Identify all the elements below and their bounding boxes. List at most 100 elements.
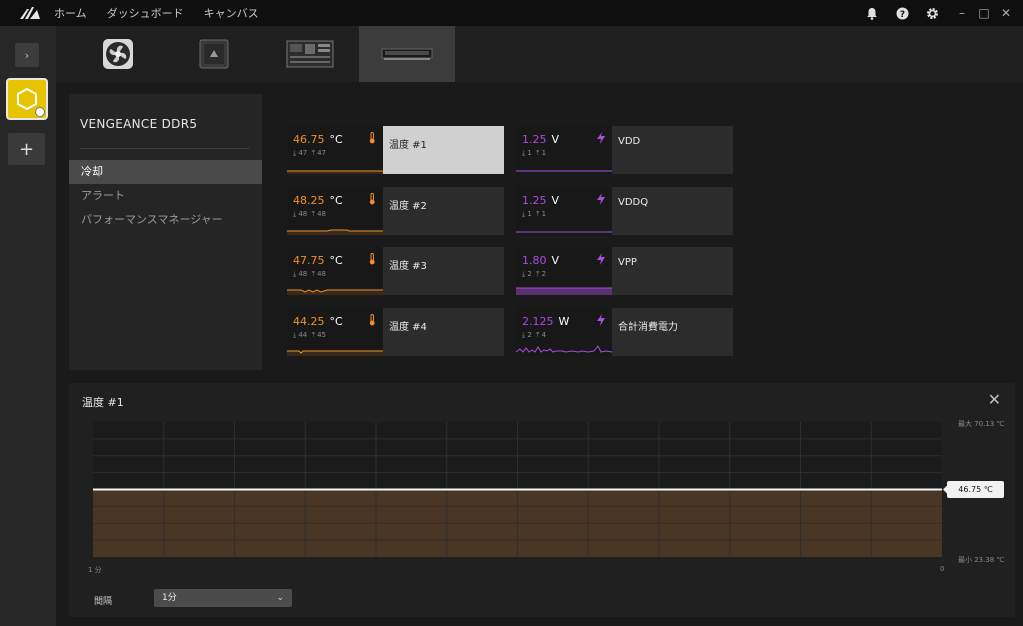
device-tab-strip [56, 26, 1023, 82]
expand-rail-button[interactable]: › [15, 43, 39, 67]
add-device-button[interactable]: + [8, 133, 45, 165]
thermometer-icon [369, 132, 375, 144]
power-sensor-card[interactable]: 1.25 V ⤓ 1 ⤒ 1 VDDQ [516, 187, 733, 235]
max-icon: ⤒ [536, 270, 540, 278]
nav-canvas[interactable]: キャンバス [204, 5, 259, 21]
sensor-reading: 46.75 [293, 133, 325, 146]
sensor-min: 2 [527, 331, 532, 339]
y-min-label: 最小 23.38 ℃ [958, 556, 1005, 564]
card-value-block: 48.25 °C ⤓ 48 ⤒ 48 [287, 187, 383, 235]
max-icon: ⤒ [311, 149, 315, 157]
sensor-min: 47 [298, 149, 308, 157]
nav-dashboard[interactable]: ダッシュボード [107, 5, 184, 21]
sensor-min: 2 [527, 270, 532, 278]
current-value-badge: 46.75 ℃ [947, 481, 1004, 498]
chevron-down-icon: ⌄ [276, 593, 284, 603]
thermometer-icon [369, 314, 375, 326]
fan-icon [103, 39, 133, 69]
power-sensor-card[interactable]: 2.125 W ⤓ 2 ⤒ 4 合計消費電力 [516, 308, 733, 356]
interval-label: 間隔 [94, 597, 113, 607]
divider [80, 148, 250, 149]
sensor-value: 47.75 °C [293, 254, 343, 267]
max-icon: ⤒ [311, 270, 315, 278]
sensor-name: 温度 #3 [389, 261, 427, 272]
device-tab-motherboard[interactable] [262, 26, 358, 82]
side-item-alerts[interactable]: アラート [69, 184, 262, 208]
sensor-unit: °C [329, 315, 343, 328]
sensor-min-max: ⤓ 44 ⤒ 45 [293, 331, 326, 340]
sensor-min: 44 [298, 331, 308, 339]
minimize-button[interactable]: – [953, 6, 971, 20]
power-sensor-card[interactable]: 1.80 V ⤓ 2 ⤒ 2 VPP [516, 247, 733, 295]
sensor-max: 2 [541, 270, 547, 278]
lightning-bolt-icon [597, 193, 605, 205]
card-value-block: 1.25 V ⤓ 1 ⤒ 1 [516, 187, 612, 235]
x-end-label: 0 [940, 565, 945, 573]
sensor-max: 1 [541, 210, 547, 218]
sparkline [516, 170, 612, 172]
motherboard-icon [286, 40, 334, 68]
temperature-sensor-card[interactable]: 47.75 °C ⤓ 48 ⤒ 48 温度 #3 [287, 247, 504, 295]
card-value-block: 47.75 °C ⤓ 48 ⤒ 48 [287, 247, 383, 295]
temperature-sensor-card[interactable]: 46.75 °C ⤓ 47 ⤒ 47 温度 #1 [287, 126, 504, 174]
device-badge-icon [35, 107, 45, 117]
card-value-block: 44.25 °C ⤓ 44 ⤒ 45 [287, 308, 383, 356]
device-tab-memory[interactable] [359, 26, 455, 82]
title-bar: ホーム ダッシュボード キャンバス ? – □ ✕ [0, 0, 1023, 26]
close-window-button[interactable]: ✕ [997, 6, 1015, 20]
max-icon: ⤒ [536, 331, 540, 339]
help-icon[interactable]: ? [893, 4, 911, 22]
maximize-button[interactable]: □ [975, 6, 993, 20]
card-value-block: 2.125 W ⤓ 2 ⤒ 4 [516, 308, 612, 356]
min-icon: ⤓ [522, 270, 526, 278]
sensor-name: VDD [618, 136, 641, 147]
temperature-sensor-card[interactable]: 48.25 °C ⤓ 48 ⤒ 48 温度 #2 [287, 187, 504, 235]
sparkline [287, 289, 383, 295]
sensor-reading: 1.80 [522, 254, 547, 267]
y-max-label: 最大 70.13 ℃ [958, 420, 1005, 428]
min-icon: ⤓ [293, 149, 297, 157]
device-rail: › + [0, 26, 56, 626]
sensor-min-max: ⤓ 2 ⤒ 4 [522, 331, 546, 340]
sensor-min: 48 [298, 210, 308, 218]
sensor-max: 45 [317, 331, 326, 339]
sensor-reading: 1.25 [522, 133, 547, 146]
settings-gear-icon[interactable] [923, 4, 941, 22]
plus-icon: + [18, 138, 35, 160]
side-item-performance-manager[interactable]: パフォーマンスマネージャー [69, 208, 262, 232]
temperature-sensor-card[interactable]: 44.25 °C ⤓ 44 ⤒ 45 温度 #4 [287, 308, 504, 356]
sensor-reading: 48.25 [293, 194, 325, 207]
interval-select[interactable]: 1分 ⌄ [154, 589, 292, 607]
power-sensor-card[interactable]: 1.25 V ⤓ 1 ⤒ 1 VDD [516, 126, 733, 174]
corsair-logo-icon [12, 0, 48, 26]
device-tab-fan[interactable] [70, 26, 166, 82]
sparkline [287, 229, 383, 235]
sensor-value: 1.80 V [522, 254, 559, 267]
card-value-block: 46.75 °C ⤓ 47 ⤒ 47 [287, 126, 383, 174]
notification-bell-icon[interactable] [863, 4, 881, 22]
sensor-unit: V [551, 194, 560, 207]
sparkline [516, 345, 612, 353]
temperature-chart [93, 422, 947, 557]
sensor-name: 合計消費電力 [618, 322, 678, 333]
max-icon: ⤒ [311, 210, 315, 218]
card-value-block: 1.80 V ⤓ 2 ⤒ 2 [516, 247, 612, 295]
interval-value: 1分 [162, 593, 177, 603]
device-tab-cooler[interactable] [166, 26, 262, 82]
ram-stick-icon [381, 48, 433, 60]
min-icon: ⤓ [293, 331, 297, 339]
sensor-min-max: ⤓ 47 ⤒ 47 [293, 149, 326, 158]
memory-device-button[interactable] [6, 78, 48, 120]
nav-home[interactable]: ホーム [54, 5, 87, 21]
hexagon-device-icon [17, 87, 37, 111]
sensor-min-max: ⤓ 1 ⤒ 1 [522, 149, 546, 158]
sensor-reading: 47.75 [293, 254, 325, 267]
sensor-value: 46.75 °C [293, 133, 343, 146]
side-item-cooling[interactable]: 冷却 [69, 160, 262, 184]
lightning-bolt-icon [597, 253, 605, 265]
sensor-max: 48 [317, 210, 326, 218]
sensor-value: 2.125 W [522, 315, 569, 328]
sensor-min-max: ⤓ 48 ⤒ 48 [293, 270, 326, 279]
sensor-value: 1.25 V [522, 194, 559, 207]
lightning-bolt-icon [597, 314, 605, 326]
